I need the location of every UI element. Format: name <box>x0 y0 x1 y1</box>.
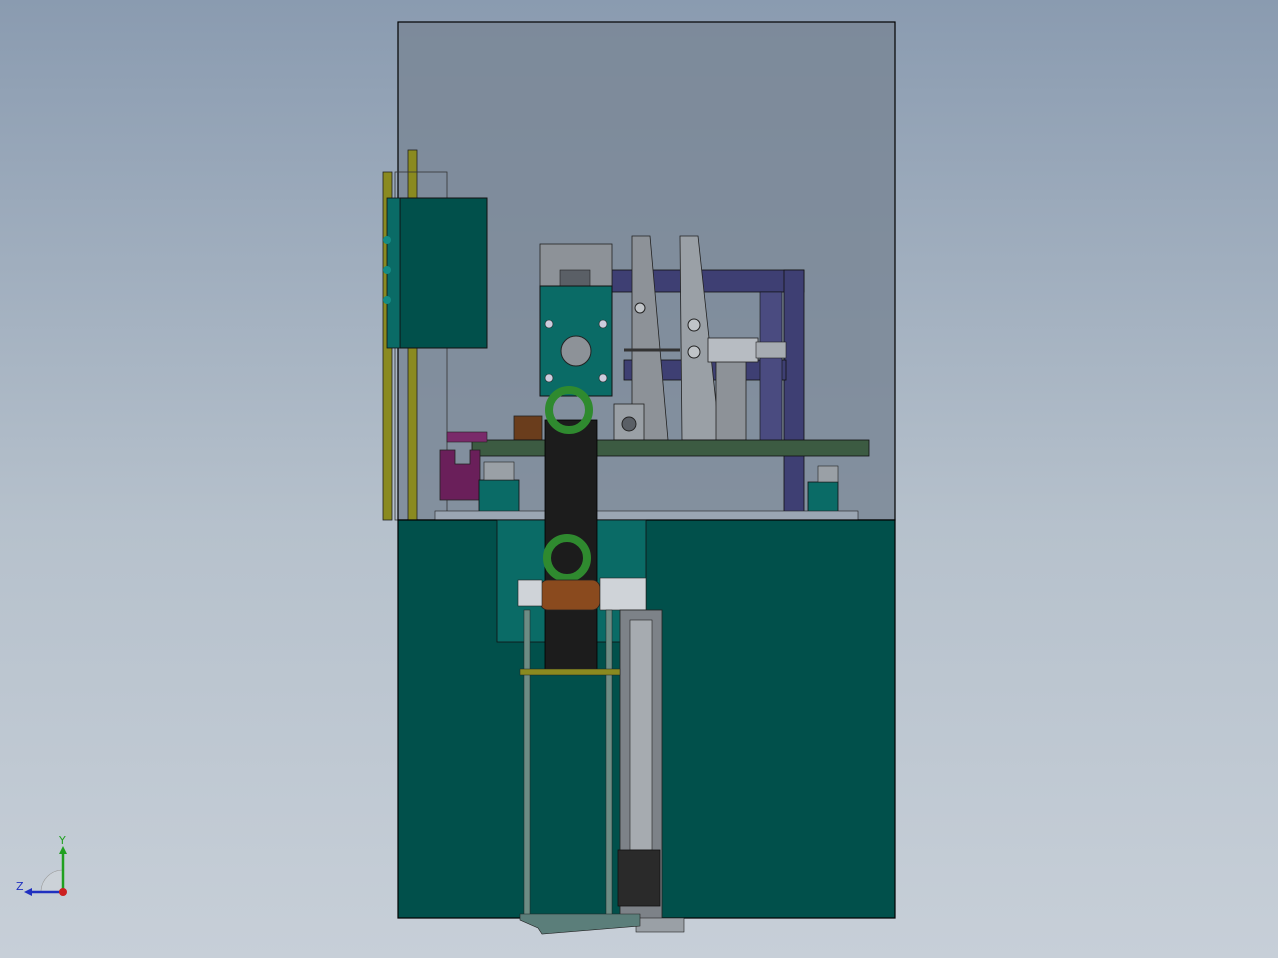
y-axis-label: Y <box>58 834 66 847</box>
pivot-1 <box>687 345 701 359</box>
roller-clamp-left <box>517 579 543 607</box>
x-axis-dot <box>59 888 67 896</box>
guide-rod-right <box>605 609 613 919</box>
purple-block-top <box>446 431 488 443</box>
guide-carriage-left <box>483 461 515 481</box>
cylinder-rod <box>755 341 787 359</box>
motor-shaft <box>560 335 592 367</box>
pivot-3 <box>634 302 646 314</box>
cylinder-mount-block <box>617 849 661 907</box>
bolt-2 <box>598 319 608 329</box>
bottom-bracket <box>519 913 641 935</box>
brown-bracket <box>513 415 543 441</box>
control-knob-3 <box>383 296 391 304</box>
cad-viewport[interactable]: Y Z <box>0 0 1278 958</box>
control-knob-1 <box>383 236 391 244</box>
base-rail <box>434 510 859 521</box>
roller-clamp-right <box>599 577 647 611</box>
triad-quarter-disc <box>40 869 64 893</box>
control-knob-2 <box>383 266 391 274</box>
gearbox-shaft <box>621 416 637 432</box>
guide-carriage-right <box>817 465 839 483</box>
bolt-1 <box>544 319 554 329</box>
grey-vertical-guide <box>715 359 747 441</box>
vertical-cylinder-rod <box>629 619 653 851</box>
navy-frame-inner <box>759 291 783 443</box>
z-axis-label: Z <box>16 880 24 893</box>
work-plate <box>471 439 870 457</box>
axis-triad: Y Z <box>16 834 67 896</box>
machine-model-front-view[interactable] <box>0 0 1278 958</box>
y-axis-arrow <box>59 846 67 854</box>
cylinder-foot <box>635 917 685 933</box>
motor-cap-window <box>559 269 591 287</box>
bolt-4 <box>598 373 608 383</box>
pivot-2 <box>687 318 701 332</box>
yellow-crossbar <box>519 668 621 676</box>
pneumatic-cylinder <box>707 337 759 363</box>
control-box <box>399 197 488 349</box>
bolt-3 <box>544 373 554 383</box>
guide-rod-left <box>523 609 531 919</box>
copper-roller <box>539 579 601 611</box>
navy-frame-upright <box>783 269 805 521</box>
z-axis-arrow <box>24 888 32 896</box>
